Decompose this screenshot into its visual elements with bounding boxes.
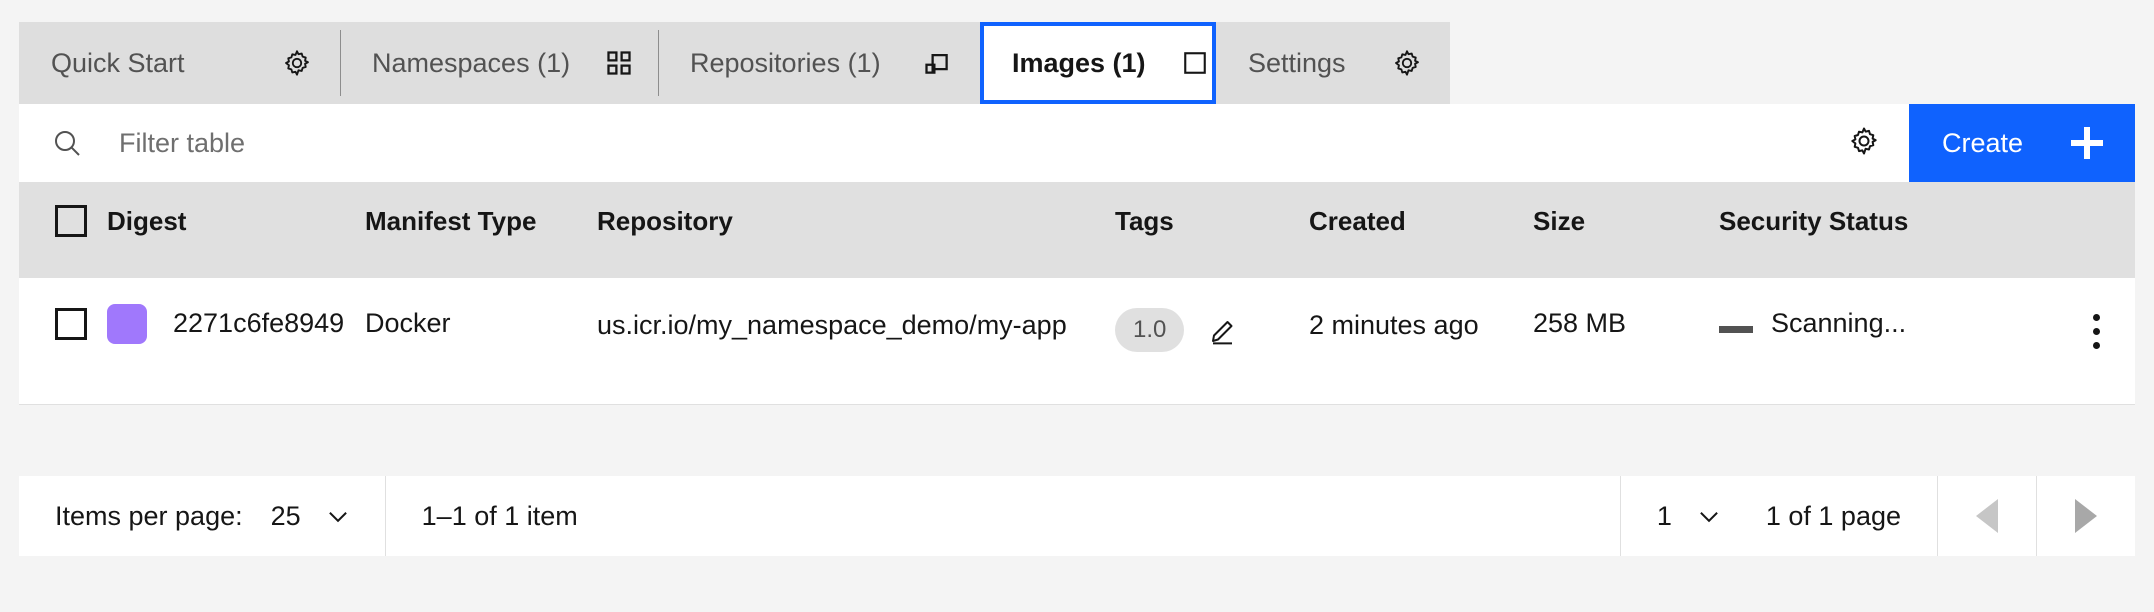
pagination-range-text: 1–1 of 1 item bbox=[386, 476, 1620, 556]
column-header-created[interactable]: Created bbox=[1309, 182, 1533, 237]
grid-2x2-icon bbox=[604, 48, 634, 78]
cell-security-status: Scanning... bbox=[1719, 278, 2057, 339]
column-header-tags[interactable]: Tags bbox=[1115, 182, 1309, 237]
select-all-cell bbox=[19, 182, 107, 237]
column-header-size[interactable]: Size bbox=[1533, 182, 1719, 237]
cell-created: 2 minutes ago bbox=[1309, 278, 1533, 344]
column-header-overflow bbox=[2057, 182, 2135, 206]
cell-overflow bbox=[2057, 278, 2135, 349]
tab-images[interactable]: Images (1) bbox=[980, 22, 1216, 104]
gear-icon bbox=[282, 48, 312, 78]
chevron-down-icon bbox=[325, 503, 351, 529]
row-select-cell bbox=[19, 278, 107, 340]
select-all-checkbox[interactable] bbox=[55, 205, 87, 237]
items-per-page-select[interactable]: 25 bbox=[271, 501, 351, 532]
pagination-bar: Items per page: 25 1–1 of 1 item 1 1 of … bbox=[19, 476, 2135, 556]
dash-icon bbox=[1719, 326, 1753, 333]
tab-bar: Quick Start Namespaces (1) Repositories … bbox=[19, 22, 1450, 104]
cell-manifest-type: Docker bbox=[365, 308, 451, 338]
tab-namespaces[interactable]: Namespaces (1) bbox=[340, 22, 658, 104]
image-color-swatch bbox=[107, 304, 147, 344]
items-per-page-label: Items per page: bbox=[55, 500, 243, 531]
images-table-page: Quick Start Namespaces (1) Repositories … bbox=[0, 0, 2154, 612]
table-row: 2271c6fe8949 Docker us.icr.io/my_namespa… bbox=[19, 278, 2135, 405]
table-settings-button[interactable] bbox=[1819, 104, 1909, 182]
search-area bbox=[19, 103, 1819, 183]
previous-page-button[interactable] bbox=[1938, 476, 2037, 556]
plus-icon bbox=[2071, 127, 2103, 159]
next-page-button[interactable] bbox=[2037, 476, 2135, 556]
security-status-value: Scanning... bbox=[1771, 308, 1907, 338]
page-count-label: 1 of 1 page bbox=[1765, 500, 1901, 531]
create-button[interactable]: Create bbox=[1909, 104, 2135, 182]
page-select-section: 1 1 of 1 page bbox=[1619, 476, 1938, 556]
table-toolbar: Create bbox=[19, 103, 2135, 183]
overflow-menu-vertical-icon[interactable] bbox=[2092, 314, 2100, 349]
items-per-page-section: Items per page: 25 bbox=[19, 476, 386, 556]
search-icon bbox=[51, 127, 83, 159]
tab-repositories[interactable]: Repositories (1) bbox=[658, 22, 980, 104]
caret-left-icon bbox=[1976, 499, 1998, 533]
table-header-row: Digest Manifest Type Repository Tags Cre… bbox=[19, 182, 2135, 278]
repository-value: us.icr.io/my_namespace_demo/my-app bbox=[597, 310, 1067, 340]
pencil-edit-icon[interactable] bbox=[1206, 313, 1240, 347]
tab-label: Namespaces (1) bbox=[372, 47, 571, 78]
tab-label: Quick Start bbox=[51, 47, 185, 78]
cell-size: 258 MB bbox=[1533, 308, 1627, 338]
column-header-security-status[interactable]: Security Status bbox=[1719, 182, 2057, 237]
column-header-manifest-type[interactable]: Manifest Type bbox=[365, 182, 597, 237]
column-header-digest[interactable]: Digest bbox=[107, 182, 365, 237]
range-value: 1–1 of 1 item bbox=[421, 500, 578, 531]
gear-icon bbox=[1848, 125, 1880, 162]
tag-badge[interactable]: 1.0 bbox=[1115, 308, 1185, 352]
page-number-select[interactable]: 1 bbox=[1657, 501, 1722, 532]
tab-label: Repositories (1) bbox=[690, 47, 881, 78]
chevron-down-icon bbox=[1696, 503, 1722, 529]
column-header-repository[interactable]: Repository bbox=[597, 182, 1115, 237]
cell-digest: 2271c6fe8949 bbox=[107, 278, 365, 344]
caret-right-icon bbox=[2075, 499, 2097, 533]
square-icon bbox=[1180, 48, 1210, 78]
created-value: 2 minutes ago bbox=[1309, 310, 1479, 340]
cell-repository: us.icr.io/my_namespace_demo/my-app bbox=[597, 278, 1115, 344]
create-button-label: Create bbox=[1942, 127, 2024, 158]
search-input[interactable] bbox=[117, 103, 1819, 183]
tab-settings[interactable]: Settings bbox=[1216, 22, 1450, 104]
row-select-checkbox[interactable] bbox=[55, 308, 87, 340]
tab-quick-start[interactable]: Quick Start bbox=[19, 22, 340, 104]
group-copy-icon bbox=[922, 48, 952, 78]
cell-tags: 1.0 bbox=[1115, 278, 1309, 352]
gear-icon bbox=[1392, 48, 1422, 78]
page-number-value: 1 bbox=[1656, 500, 1672, 531]
images-table: Digest Manifest Type Repository Tags Cre… bbox=[19, 182, 2135, 405]
items-per-page-value: 25 bbox=[270, 500, 301, 531]
tab-label: Images (1) bbox=[1012, 47, 1146, 78]
tab-label: Settings bbox=[1248, 47, 1346, 78]
digest-value: 2271c6fe8949 bbox=[173, 308, 345, 338]
